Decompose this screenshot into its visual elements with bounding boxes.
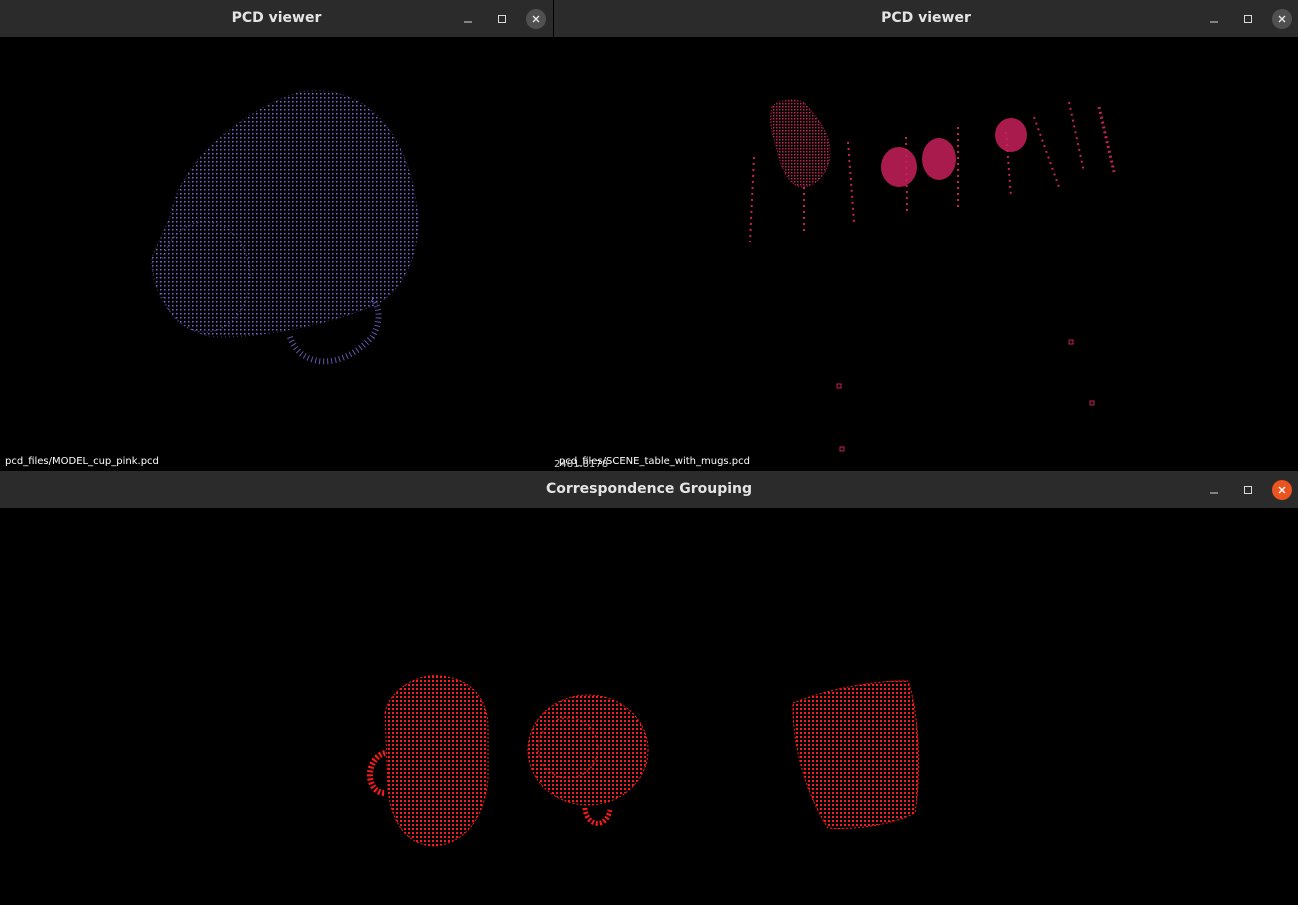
- stray-point: [839, 446, 845, 452]
- close-icon: [1278, 486, 1286, 494]
- window-title: PCD viewer: [881, 10, 971, 26]
- minimize-icon: [1210, 492, 1218, 494]
- maximize-button[interactable]: [1238, 480, 1258, 500]
- table-edge-points: [1033, 116, 1060, 188]
- minimize-button[interactable]: [1204, 480, 1224, 500]
- table-edge-points: [1068, 101, 1085, 173]
- matched-mug-points: [527, 694, 649, 806]
- correspondence-point-cloud: [367, 675, 920, 847]
- point-cloud-canvas[interactable]: 2481.8178 pcd_files/SCENE_table_with_mug…: [554, 37, 1298, 471]
- model-cup-point-cloud: [151, 90, 419, 365]
- cup-body-points: [151, 90, 419, 338]
- maximize-icon: [1244, 15, 1252, 23]
- table-edge-points: [749, 156, 755, 243]
- maximize-icon: [1244, 486, 1252, 494]
- model-viewer-window: PCD viewer pcd_files/MODEL_cup_pink.pcd: [0, 0, 553, 471]
- matched-handle-points: [367, 750, 387, 796]
- close-button[interactable]: [1272, 480, 1292, 500]
- matched-mug-points: [384, 675, 489, 847]
- point-cloud-canvas[interactable]: [0, 508, 1298, 905]
- window-title: Correspondence Grouping: [545, 481, 753, 497]
- titlebar[interactable]: Correspondence Grouping: [0, 471, 1298, 509]
- stray-point: [1089, 400, 1095, 406]
- table-edge-points: [905, 136, 908, 213]
- file-label: pcd_files/MODEL_cup_pink.pcd: [5, 456, 159, 467]
- point-cloud-canvas[interactable]: pcd_files/MODEL_cup_pink.pcd: [0, 37, 553, 471]
- close-button[interactable]: [526, 9, 546, 29]
- correspondence-grouping-window: Correspondence Grouping: [0, 471, 1298, 905]
- stray-point: [836, 383, 842, 389]
- close-icon: [532, 15, 540, 23]
- scene-viewer-window: PCD viewer 2481.8178 pcd_files/SCENE_tab…: [554, 0, 1298, 471]
- table-edge-points: [847, 141, 855, 223]
- stray-point: [1068, 339, 1074, 345]
- table-edge-points: [1097, 106, 1116, 173]
- mug-points: [881, 147, 917, 187]
- file-label: pcd_files/SCENE_table_with_mugs.pcd: [559, 456, 751, 467]
- mug-points: [995, 118, 1027, 152]
- matched-handle-points: [582, 807, 613, 826]
- maximize-icon: [498, 15, 506, 23]
- minimize-icon: [464, 21, 472, 23]
- close-button[interactable]: [1272, 9, 1292, 29]
- minimize-icon: [1210, 21, 1218, 23]
- close-icon: [1278, 15, 1286, 23]
- mug-points: [922, 138, 956, 180]
- maximize-button[interactable]: [492, 9, 512, 29]
- minimize-button[interactable]: [1204, 9, 1224, 29]
- scene-table-point-cloud: [749, 99, 1116, 452]
- maximize-button[interactable]: [1238, 9, 1258, 29]
- titlebar[interactable]: PCD viewer: [0, 0, 553, 38]
- matched-mug-points: [792, 680, 920, 829]
- minimize-button[interactable]: [458, 9, 478, 29]
- titlebar[interactable]: PCD viewer: [554, 0, 1298, 38]
- vase-points: [770, 99, 831, 188]
